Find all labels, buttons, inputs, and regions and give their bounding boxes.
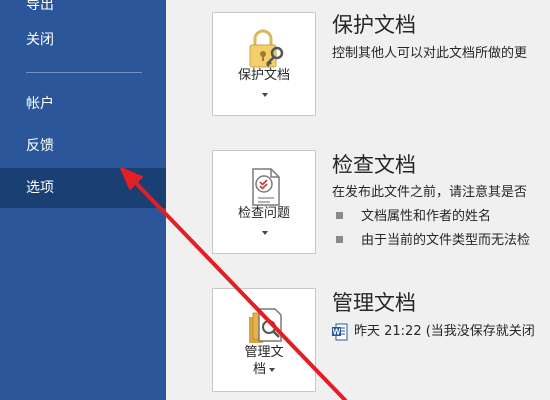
chevron-down-icon: [262, 231, 268, 235]
check-issues-label: 检查问题: [237, 206, 290, 221]
chevron-down-icon: [269, 367, 275, 372]
inspect-bullet-text: 由于当前的文件类型而无法检: [361, 233, 531, 248]
version-item[interactable]: W 昨天 21:22 (当我没保存就关闭: [332, 322, 535, 342]
manage-document-label-text: 档: [252, 362, 266, 377]
inspect-bullet-item: 由于当前的文件类型而无法检: [336, 232, 530, 250]
word-document-icon: W: [332, 323, 348, 340]
manage-document-label-line2: 档: [213, 361, 315, 378]
inspect-document-description: 在发布此文件之前，请注意其是否: [332, 185, 528, 200]
manage-document-button[interactable]: 管理文 档: [212, 288, 316, 392]
check-issues-button[interactable]: 检查问题: [212, 150, 316, 254]
inspect-document-icon: [252, 168, 280, 206]
nav-feedback-label: 反馈: [26, 138, 54, 154]
inspect-bullet-text: 文档属性和作者的姓名: [361, 209, 492, 224]
nav-export-label: 导出: [26, 0, 54, 13]
lock-key-icon: [249, 29, 284, 68]
nav-close[interactable]: 关闭: [0, 20, 166, 60]
backstage-sidebar: 导出 关闭 帐户 反馈 选项: [0, 0, 166, 400]
manage-document-label: 管理文: [244, 345, 284, 360]
nav-close-label: 关闭: [26, 32, 54, 48]
manage-document-icon: [249, 308, 282, 343]
bullet-icon: [336, 212, 343, 219]
nav-account[interactable]: 帐户: [0, 84, 166, 124]
svg-text:W: W: [333, 327, 341, 336]
nav-divider: [26, 72, 142, 73]
inspect-bullet-item: 文档属性和作者的姓名: [336, 208, 491, 226]
nav-account-label: 帐户: [26, 96, 54, 112]
version-text: 昨天 21:22 (当我没保存就关闭: [354, 324, 535, 339]
nav-options[interactable]: 选项: [0, 168, 166, 208]
protect-document-title: 保护文档: [332, 13, 416, 37]
backstage-content: 保护文档 保护文档 控制其他人可以对此文档所做的更 检查问题 检查文档 在发布此…: [166, 0, 550, 400]
protect-document-button[interactable]: 保护文档: [212, 12, 316, 116]
chevron-down-icon: [262, 93, 268, 97]
nav-options-label: 选项: [26, 180, 54, 196]
inspect-document-title: 检查文档: [332, 153, 416, 177]
bullet-icon: [336, 236, 343, 243]
manage-document-title: 管理文档: [332, 291, 416, 315]
protect-document-label: 保护文档: [237, 68, 290, 83]
nav-feedback[interactable]: 反馈: [0, 126, 166, 166]
protect-document-description: 控制其他人可以对此文档所做的更: [332, 46, 528, 61]
